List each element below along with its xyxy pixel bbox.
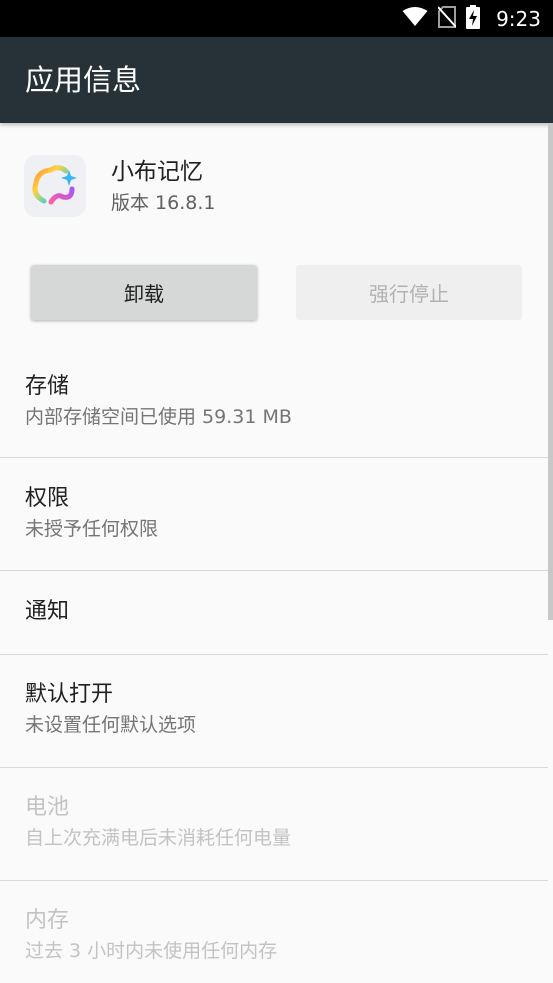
app-header: 小布记忆 版本 16.8.1	[0, 123, 548, 243]
force-stop-button: 强行停止	[296, 265, 522, 320]
item-title: 内存	[25, 908, 70, 933]
xiaobu-app-icon	[24, 155, 86, 217]
item-summary: 过去 3 小时内未使用任何内存	[25, 940, 278, 962]
list-item-notifications[interactable]: 通知	[0, 571, 548, 655]
item-title: 电池	[25, 795, 70, 820]
list-item-memory: 内存 过去 3 小时内未使用任何内存	[0, 881, 548, 983]
status-time: 9:23	[496, 6, 541, 31]
item-title: 默认打开	[25, 682, 114, 707]
item-title: 存储	[25, 374, 70, 399]
list-item-permissions[interactable]: 权限 未授予任何权限	[0, 458, 548, 571]
app-bar: 应用信息	[0, 37, 553, 123]
wifi-icon	[402, 6, 428, 31]
list-item-battery: 电池 自上次充满电后未消耗任何电量	[0, 768, 548, 881]
no-sim-icon	[437, 5, 457, 32]
app-name: 小布记忆	[111, 159, 203, 185]
battery-charging-icon	[466, 4, 481, 33]
item-summary: 自上次充满电后未消耗任何电量	[25, 827, 292, 849]
status-icons: 9:23	[402, 0, 541, 37]
item-summary: 内部存储空间已使用 59.31 MB	[25, 406, 292, 428]
scrollbar[interactable]	[548, 123, 553, 620]
status-bar: 9:23	[0, 0, 553, 37]
item-summary: 未授予任何权限	[25, 518, 159, 540]
item-title: 权限	[25, 486, 70, 511]
app-version: 版本 16.8.1	[111, 192, 216, 214]
list-item-storage[interactable]: 存储 内部存储空间已使用 59.31 MB	[0, 341, 548, 458]
item-summary: 未设置任何默认选项	[25, 714, 197, 736]
list-item-open-by-default[interactable]: 默认打开 未设置任何默认选项	[0, 655, 548, 768]
uninstall-button[interactable]: 卸载	[31, 265, 257, 320]
item-title: 通知	[25, 599, 70, 624]
page-title: 应用信息	[25, 63, 142, 97]
